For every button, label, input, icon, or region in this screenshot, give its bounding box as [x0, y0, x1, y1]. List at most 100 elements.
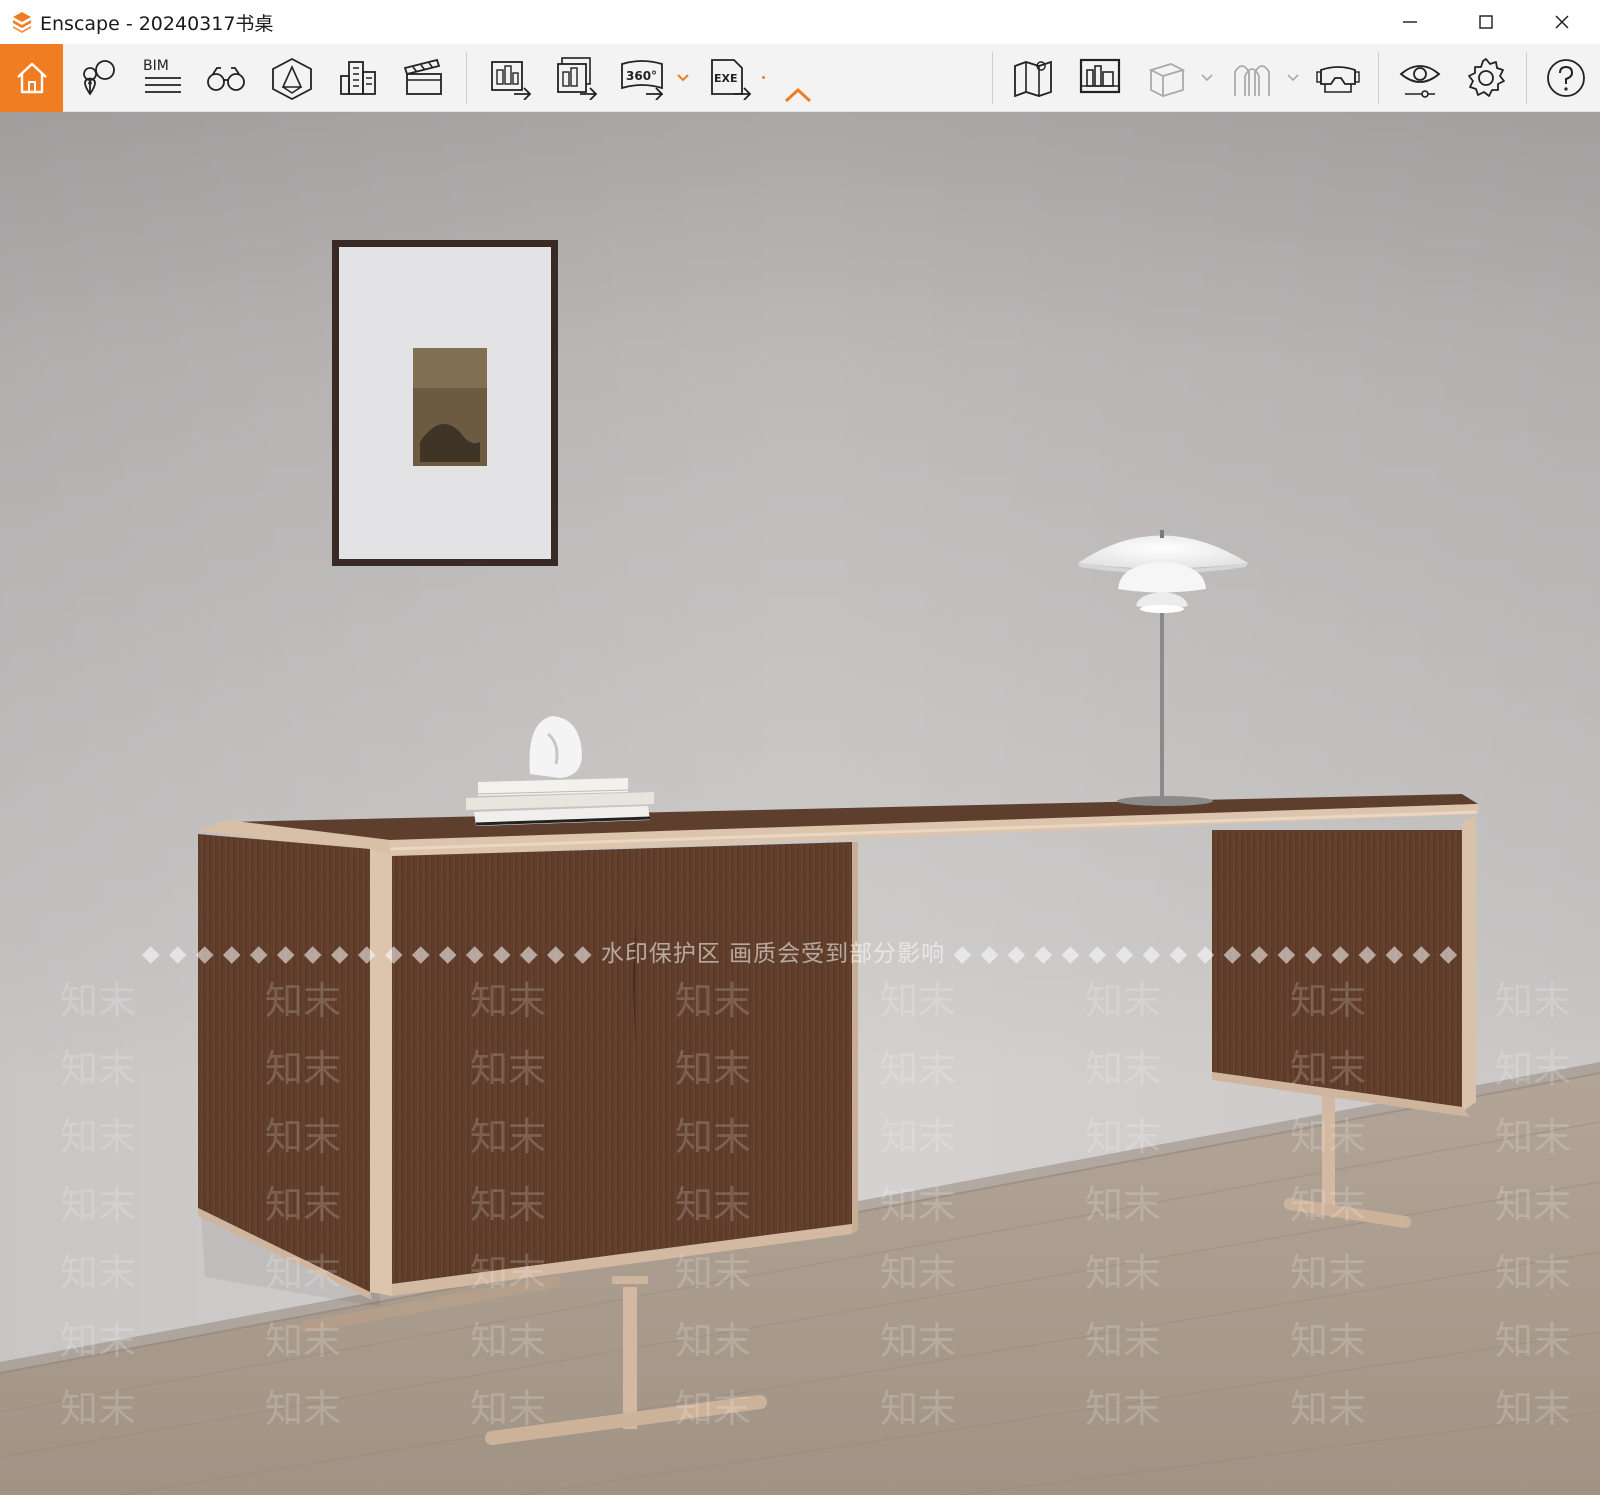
- toolbar-separator: [466, 52, 467, 104]
- watermark-logo: 知末: [470, 1115, 547, 1159]
- watermark-logo: 知末: [880, 979, 957, 1023]
- framed-picture: [332, 240, 558, 566]
- watermark-logo: 知末: [1495, 979, 1572, 1023]
- watermark-logo: 知末: [470, 979, 547, 1023]
- help-button[interactable]: [1540, 44, 1592, 112]
- watermark-logo: 知末: [1495, 1387, 1572, 1431]
- watermark-logo: 知末: [265, 1319, 342, 1363]
- place-marker-icon: [83, 60, 115, 96]
- watermark-logo: 知末: [470, 1387, 547, 1431]
- watermark-logo: 知末: [60, 1251, 137, 1295]
- stacked-books: [466, 778, 654, 826]
- views-button[interactable]: [200, 44, 252, 112]
- exe-export-icon: EXE: [711, 59, 752, 100]
- watermark-logo: 知末: [675, 1047, 752, 1091]
- watermark-logo: 知末: [1290, 1319, 1367, 1363]
- watermark-logo: 知末: [265, 1115, 342, 1159]
- arches-icon: [1234, 65, 1270, 96]
- minimize-icon: [1403, 21, 1417, 23]
- watermark-logo: 知末: [470, 1251, 547, 1295]
- chevron-down-icon: [1201, 74, 1213, 82]
- home-button[interactable]: [0, 44, 63, 112]
- bim-icon: BIM: [143, 58, 181, 93]
- watermark-logo: 知末: [470, 1319, 547, 1363]
- materials-button[interactable]: [1226, 44, 1278, 112]
- perspective-button[interactable]: [266, 44, 318, 112]
- watermark-logo: 知末: [60, 1047, 137, 1091]
- svg-text:BIM: BIM: [143, 58, 169, 74]
- cube-icon: [1148, 63, 1186, 98]
- panorama-dropdown-chevron[interactable]: [675, 66, 691, 90]
- watermark-logo: 知末: [1290, 1387, 1367, 1431]
- collapse-toolbar-button[interactable]: [778, 44, 818, 112]
- watermark-logo: 知末: [675, 1387, 752, 1431]
- watermark-logo: 知末: [880, 1183, 957, 1227]
- watermark-logo: 知末: [675, 1251, 752, 1295]
- maximize-icon: [1479, 15, 1493, 29]
- chevron-down-icon: [1287, 74, 1299, 82]
- watermark-logo: 知末: [1085, 979, 1162, 1023]
- panorama-export-button[interactable]: 360°: [614, 44, 670, 112]
- render-viewport[interactable]: ◆ ◆ ◆ ◆ ◆ ◆ ◆ ◆ ◆ ◆ ◆ ◆ ◆ ◆ ◆ ◆ ◆ 水印保护区 …: [0, 112, 1600, 1495]
- video-editor-button[interactable]: [398, 44, 450, 112]
- toolbar-separator: [992, 52, 993, 104]
- batch-export-button[interactable]: [548, 44, 604, 112]
- visual-settings-button[interactable]: [1394, 44, 1446, 112]
- visual-settings-icon: [1399, 65, 1441, 98]
- exe-export-button[interactable]: EXE: [702, 44, 758, 112]
- materials-dropdown-chevron[interactable]: [1285, 66, 1301, 90]
- watermark-logo: 知末: [1085, 1319, 1162, 1363]
- collapse-icon: [784, 87, 812, 103]
- watermark-logo: 知末: [60, 1115, 137, 1159]
- watermark-logo: 知末: [1495, 1183, 1572, 1227]
- watermark-logo: 知末: [1495, 1047, 1572, 1091]
- settings-button[interactable]: [1460, 44, 1512, 112]
- panorama-export-icon: 360°: [621, 60, 664, 100]
- map-icon: [1014, 60, 1052, 98]
- watermark-logo: 知末: [675, 1115, 752, 1159]
- asset-dropdown-chevron[interactable]: [1199, 66, 1215, 90]
- city-view-button[interactable]: [332, 44, 384, 112]
- close-button[interactable]: [1524, 0, 1600, 44]
- watermark-logo: 知末: [1085, 1387, 1162, 1431]
- bim-button[interactable]: BIM: [136, 44, 188, 112]
- toolbar: BIM 360° EXE: [0, 44, 1600, 112]
- watermark-logo: 知末: [675, 1183, 752, 1227]
- watermark-logo: 知末: [60, 1183, 137, 1227]
- watermark-logo: 知末: [1085, 1183, 1162, 1227]
- asset-library-button[interactable]: [1140, 44, 1192, 112]
- watermark-logo: 知末: [1290, 1251, 1367, 1295]
- screenshot-export-button[interactable]: [482, 44, 538, 112]
- gallery-icon: [1079, 58, 1121, 94]
- minimize-button[interactable]: [1372, 0, 1448, 44]
- watermark-logo: 知末: [1290, 1115, 1367, 1159]
- watermark-logo: 知末: [880, 1319, 957, 1363]
- watermark-logo: 知末: [880, 1115, 957, 1159]
- maximize-button[interactable]: [1448, 0, 1524, 44]
- place-marker-button[interactable]: [72, 44, 124, 112]
- watermark-logo: 知末: [60, 1387, 137, 1431]
- svg-text:EXE: EXE: [714, 72, 738, 85]
- watermark-logo: 知末: [675, 979, 752, 1023]
- watermark-logo: 知末: [60, 1319, 137, 1363]
- watermark-logo: 知末: [675, 1319, 752, 1363]
- toolbar-separator: [1526, 52, 1527, 104]
- window-title: Enscape - 20240317书桌: [40, 12, 274, 35]
- chevron-down-icon: [677, 74, 689, 82]
- close-icon: [1555, 15, 1569, 29]
- watermark-logo: 知末: [265, 1183, 342, 1227]
- map-button[interactable]: [1008, 44, 1060, 112]
- gallery-button[interactable]: [1074, 44, 1126, 112]
- watermark-logo: 知末: [265, 1047, 342, 1091]
- vr-headset-button[interactable]: [1312, 44, 1364, 112]
- help-icon: [1547, 59, 1585, 97]
- watermark-logo: 知末: [1495, 1251, 1572, 1295]
- window-controls: [1372, 0, 1600, 44]
- watermark-logo: 知末: [1290, 1183, 1367, 1227]
- watermark-logo: 知末: [60, 979, 137, 1023]
- svg-text:360°: 360°: [626, 69, 657, 83]
- watermark-logo: 知末: [880, 1251, 957, 1295]
- watermark-logo: 知末: [880, 1047, 957, 1091]
- clapperboard-icon: [403, 58, 442, 95]
- watermark-logo: 知末: [880, 1387, 957, 1431]
